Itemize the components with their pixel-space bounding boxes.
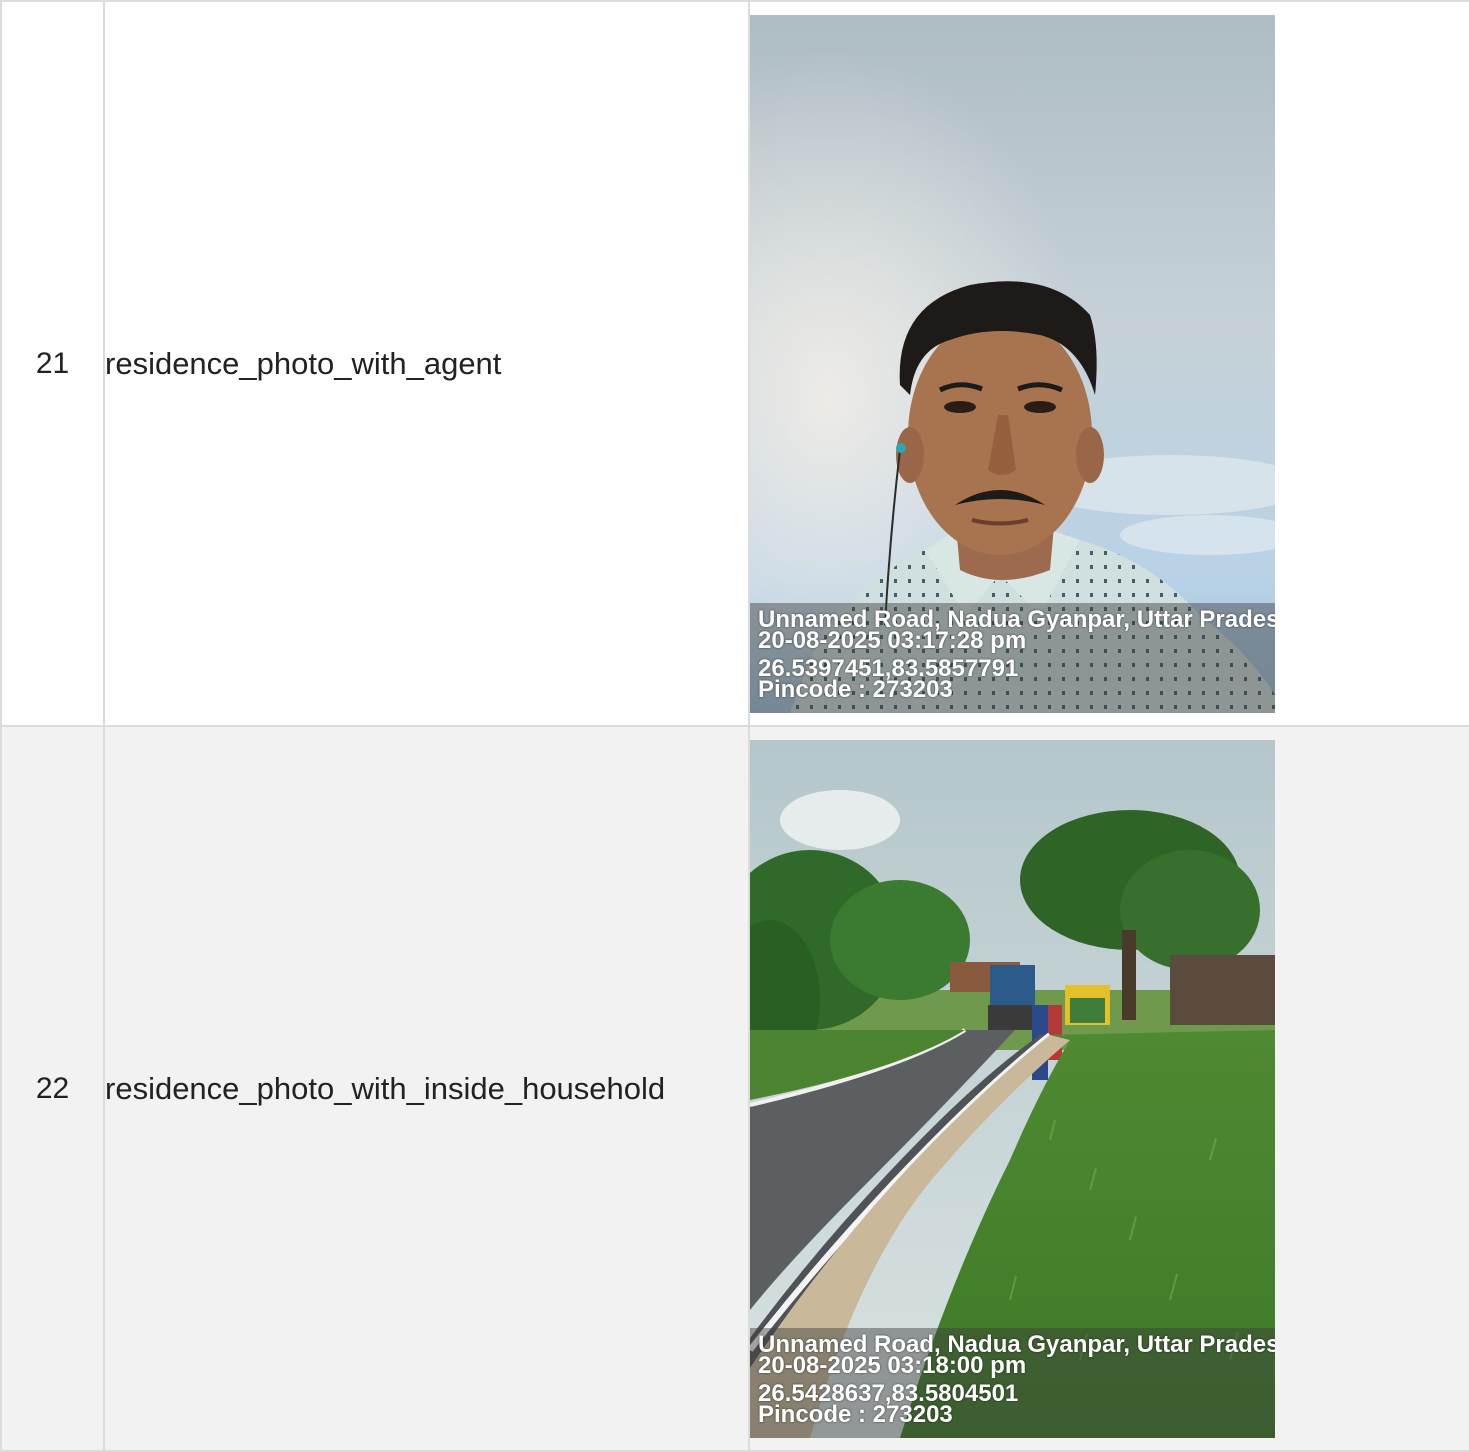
agent-selfie-photo[interactable]: Unnamed Road, Nadua Gyanpar, Uttar Prade… — [750, 14, 1275, 713]
household-road-photo[interactable]: Unnamed Road, Nadua Gyanpar, Uttar Prade… — [750, 739, 1275, 1438]
row-number: 22 — [0, 725, 105, 1452]
geo-stamp: Unnamed Road, Nadua Gyanpar, Uttar Prade… — [750, 1327, 1275, 1438]
photo-type-label: residence_photo_with_inside_household — [103, 725, 750, 1452]
photo-cell: Unnamed Road, Nadua Gyanpar, Uttar Prade… — [748, 0, 1469, 727]
table-row: 21 residence_photo_with_agent Unnamed Ro… — [0, 0, 1469, 727]
photo-cell: Unnamed Road, Nadua Gyanpar, Uttar Prade… — [748, 725, 1469, 1452]
geo-stamp: Unnamed Road, Nadua Gyanpar, Uttar Prade… — [750, 602, 1275, 713]
photo-type-label: residence_photo_with_agent — [103, 0, 750, 727]
row-number: 21 — [0, 0, 105, 727]
table-row: 22 residence_photo_with_inside_household — [0, 725, 1469, 1452]
photo-table: 21 residence_photo_with_agent Unnamed Ro… — [0, 0, 1469, 1452]
